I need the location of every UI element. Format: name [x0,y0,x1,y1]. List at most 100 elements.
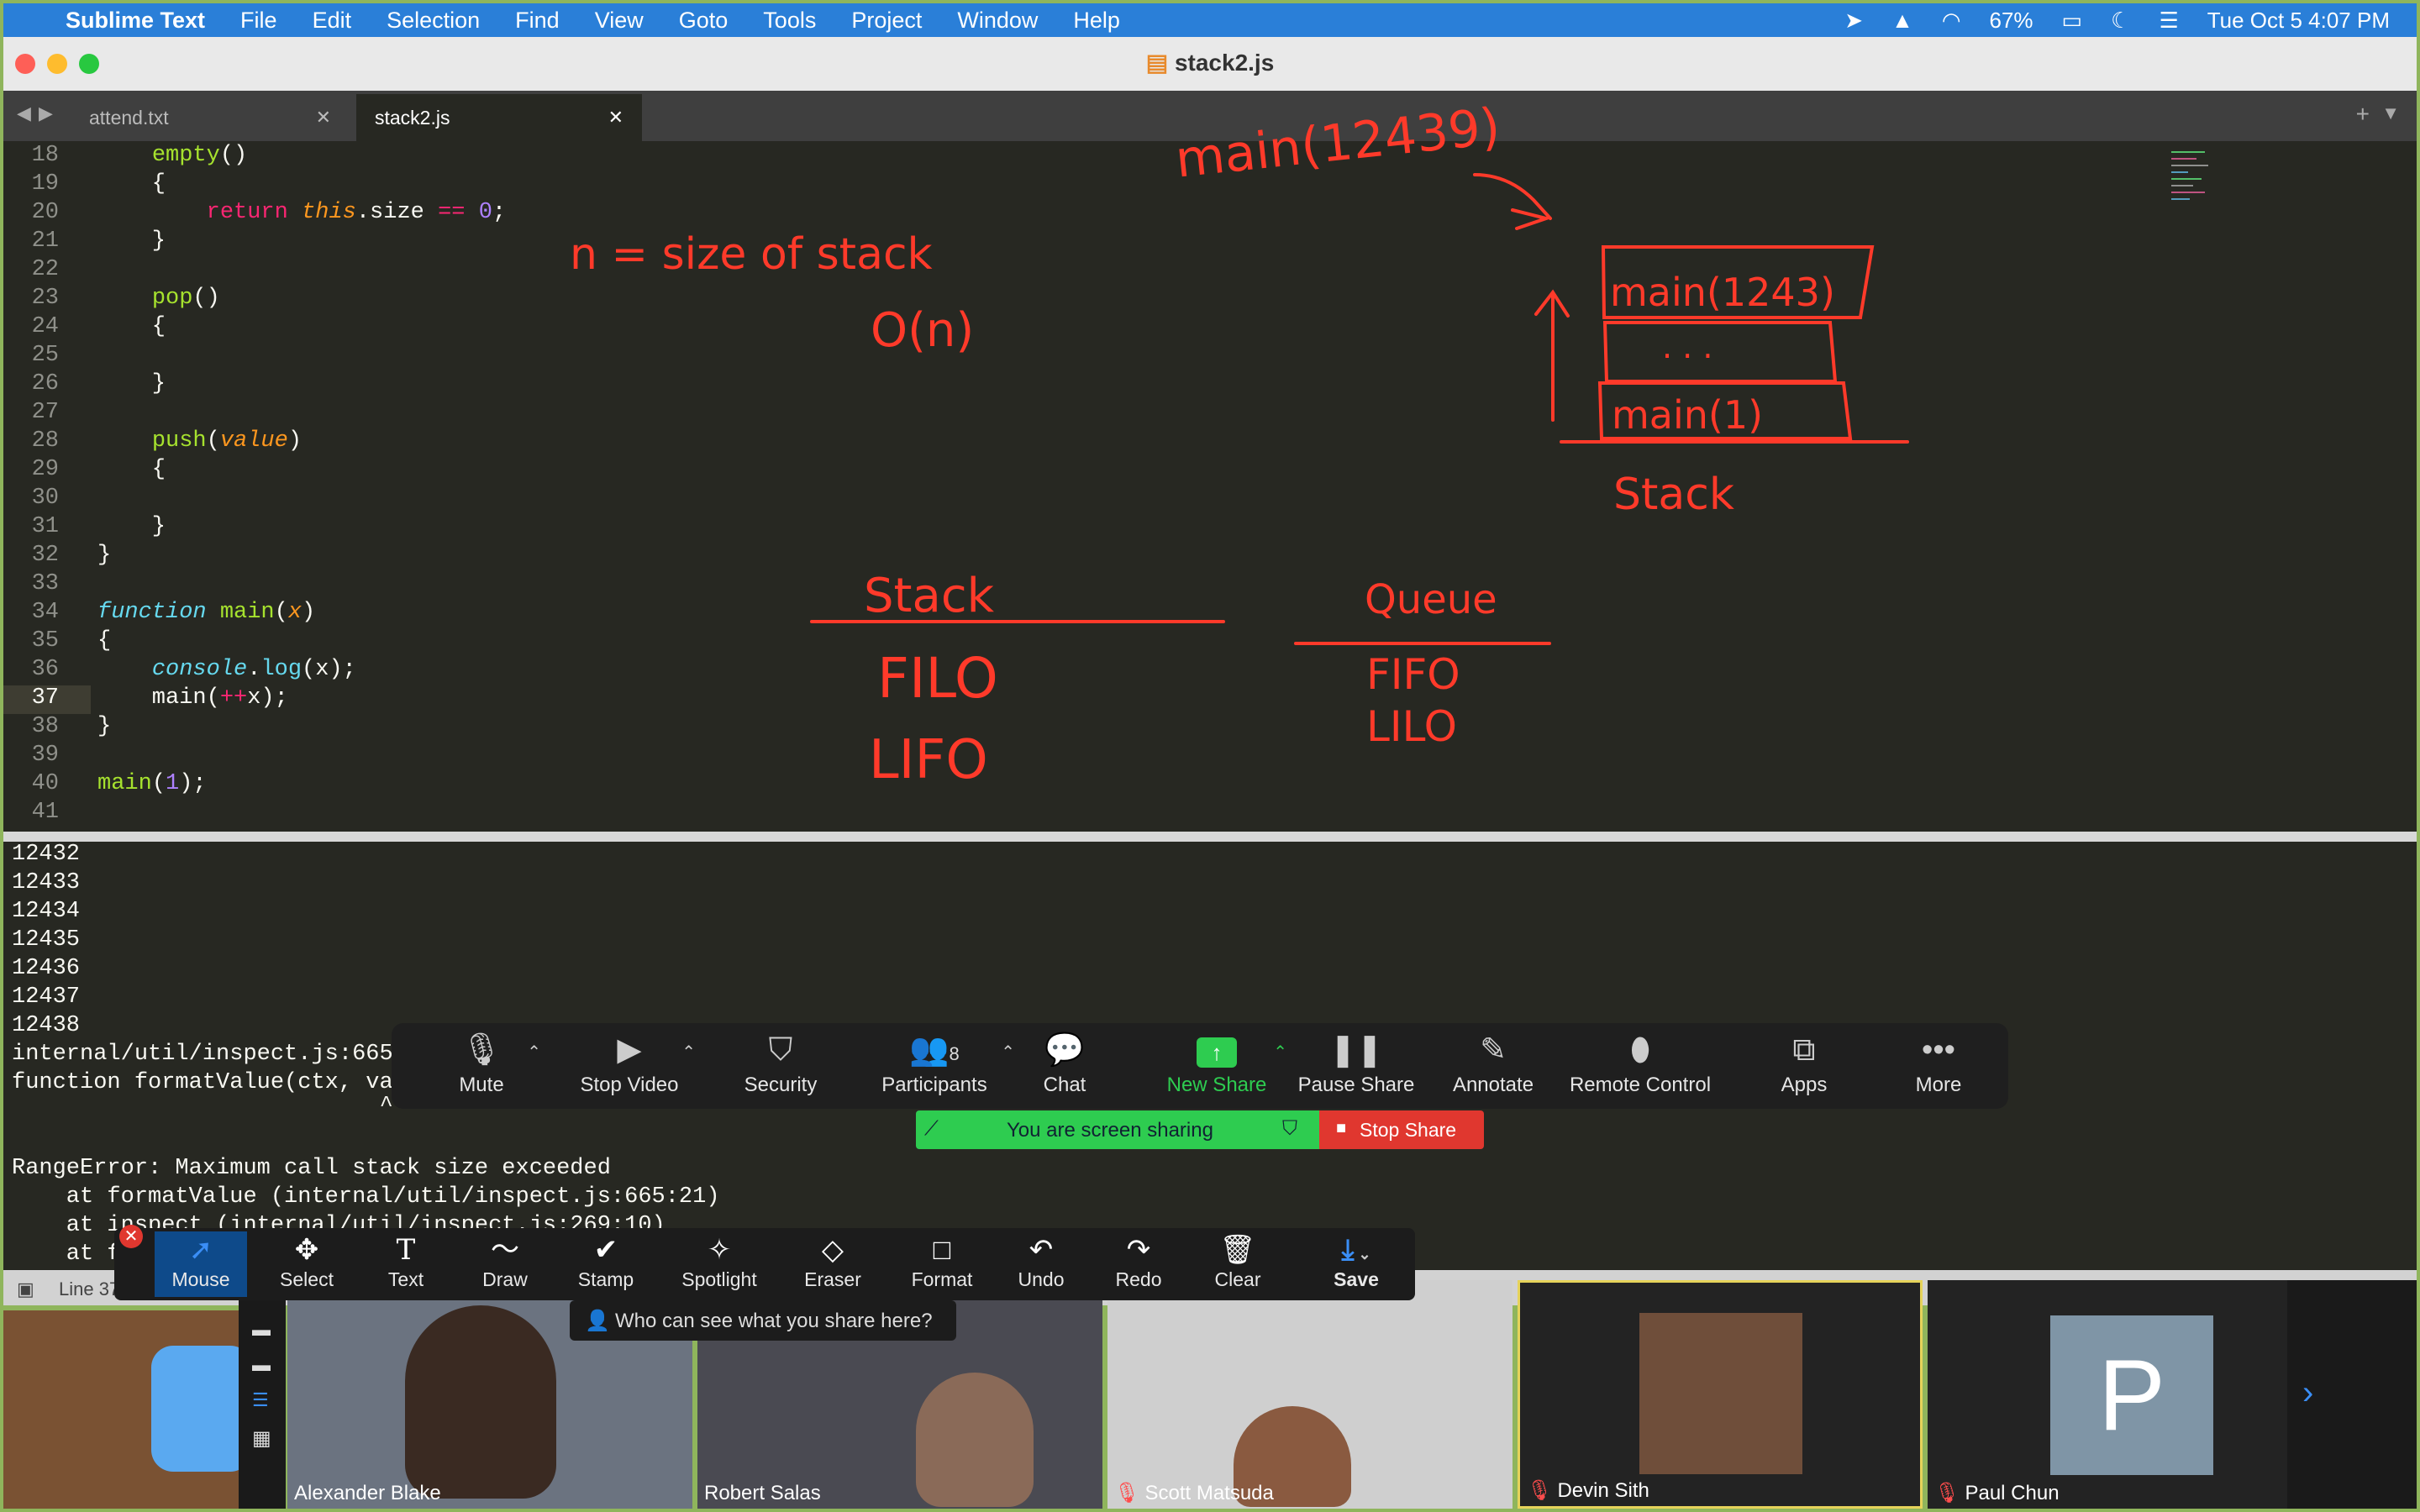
apps-button[interactable]: ⧉ Apps [1741,1030,1867,1104]
chat-button[interactable]: 💬 Chat [1002,1030,1128,1104]
more-button[interactable]: ••• More [1876,1030,2002,1104]
participant-avatar-initial: P [2050,1315,2213,1475]
clear-button[interactable]: 🗑 Clear [1192,1231,1284,1297]
button-label: Pause Share [1297,1074,1415,1096]
button-label: Chat [1043,1074,1086,1096]
redo-button[interactable]: ↷ Redo [1092,1231,1185,1297]
draw-tool-button[interactable]: 〜 Draw [459,1231,551,1297]
line-number: 41 [31,800,59,825]
participant-tile[interactable]: 🎙 Scott Matsuda [1107,1280,1512,1509]
mouse-tool-button[interactable]: ➚ Mouse [155,1231,247,1297]
zoom-meeting-toolbar: 🎙 Mute ⌃ ▶ Stop Video ⌃ ⛉ Security 👥8 Particip… [392,1023,2008,1109]
participants-icon: 👥8 [909,1032,960,1068]
annotation-lilo: LILO [1366,702,1457,751]
line-number: 33 [31,571,59,596]
tooltip-text: Who can see what you share here? [615,1310,933,1332]
button-label: Stop Share [1360,1119,1457,1141]
stop-share-button[interactable]: ■ Stop Share [1319,1110,1484,1149]
ellipsis-icon: ••• [1922,1032,1955,1068]
console-line: 12437 [12,984,81,1010]
button-label: Redo [1115,1268,1162,1290]
strip-view-icon[interactable]: ▬ [252,1354,271,1376]
button-label: Save [1334,1268,1379,1290]
muted-mic-icon: 🎙 [1114,1482,1140,1504]
participants-button[interactable]: 👥8 Participants ⌃ [850,1030,1018,1104]
line-number: 18 [31,143,59,168]
chevron-up-icon[interactable]: ⌃ [527,1042,541,1063]
button-label: Format [911,1268,973,1290]
participant-tile[interactable]: P 🎙 Paul Chun [1928,1280,2333,1509]
chevron-up-icon[interactable]: ⌃ [681,1042,696,1063]
share-screen-icon: ↑ [1143,1030,1291,1070]
participant-tile-active-speaker[interactable]: 🎙 Devin Sith [1518,1280,1923,1509]
trash-icon: 🗑 [1219,1234,1256,1266]
pause-share-button[interactable]: ❚❚ Pause Share [1289,1030,1423,1104]
shield-check-icon[interactable]: ⛉ [1282,1117,1297,1141]
participant-video [916,1373,1034,1507]
participant-name: Devin Sith [1557,1479,1649,1502]
muted-mic-icon: 🎙 [1934,1482,1960,1504]
format-tool-button[interactable]: □ Format [896,1231,988,1297]
security-button[interactable]: ⛉ Security [718,1030,844,1104]
annotation-stack-label: Stack [1613,470,1734,520]
panel-splitter[interactable] [3,832,2417,842]
console-line: at formatValue (internal/util/inspect.js… [12,1184,720,1210]
select-tool-button[interactable]: ✥ Select [260,1231,353,1297]
line-number: 31 [31,514,59,539]
annotation-frame-bottom: main(1) [1612,392,1763,438]
text-tool-button[interactable]: T Text [360,1231,452,1297]
save-button[interactable]: ⤓ ⌄ Save [1306,1231,1407,1297]
chevron-down-icon[interactable]: ⌄ [1354,1246,1370,1263]
line-number: 38 [31,714,59,739]
button-label: Draw [482,1268,528,1290]
undo-button[interactable]: ↶ Undo [995,1231,1087,1297]
desktop-background [3,1310,252,1509]
console-line: 12435 [12,927,81,953]
format-square-icon: □ [933,1234,951,1266]
undo-icon: ↶ [1028,1234,1054,1266]
close-annotation-icon[interactable]: ✕ [119,1225,143,1248]
drag-handle-icon[interactable]: ⟋ [924,1117,939,1141]
gallery-pager: › [2287,1280,2417,1509]
person-icon: 👤 [585,1310,610,1332]
participant-name: Paul Chun [1965,1482,2060,1504]
annotate-button[interactable]: ✎ Annotate [1430,1030,1556,1104]
annotation-arrowhead [1511,208,1553,230]
line-number: 36 [31,657,59,682]
participants-count: 8 [949,1043,960,1064]
chat-icon: 💬 [1044,1032,1085,1068]
remote-control-button[interactable]: ⬮ Remote Control [1556,1030,1724,1104]
chevron-up-icon[interactable]: ⌃ [1273,1042,1287,1063]
stop-icon: ■ [1336,1119,1347,1137]
gallery-view-icon[interactable]: ☰ [252,1389,269,1411]
cursor-icon: ➚ [188,1234,213,1266]
console-line: ^ [271,1094,393,1119]
line-number: 23 [31,286,59,311]
button-label: New Share [1166,1074,1267,1096]
mute-button[interactable]: 🎙 Mute ⌃ [418,1030,544,1104]
annotation-frame-top: main(1243) [1610,270,1835,315]
button-label: Security [744,1074,818,1096]
grid-view-icon[interactable]: ▦ [252,1426,271,1451]
finder-icon[interactable] [151,1346,252,1472]
line-number: 39 [31,743,59,768]
line-number: 26 [31,371,59,396]
stamp-tool-button[interactable]: ✔ Stamp [560,1231,652,1297]
panel-toggle-icon[interactable]: ▣ [17,1278,34,1300]
chevron-right-icon[interactable]: › [2302,1374,2313,1412]
sharing-text: You are screen sharing [1007,1119,1213,1142]
minimize-icon[interactable]: ▬ [252,1319,271,1341]
annotation-layer: main(12439) n = size of stack O(n) main(… [570,97,1909,791]
new-share-button[interactable]: ↑ New Share ⌃ [1143,1030,1291,1104]
spotlight-tool-button[interactable]: ✧ Spotlight [660,1231,778,1297]
share-visibility-tooltip[interactable]: 👤 Who can see what you share here? [570,1300,956,1341]
annotation-complexity: O(n) [871,303,974,358]
line-number: 32 [31,543,59,568]
stop-video-button[interactable]: ▶ Stop Video ⌃ [560,1030,699,1104]
eraser-tool-button[interactable]: ◇ Eraser [786,1231,879,1297]
line-number: 21 [31,228,59,254]
console-line: internal/util/inspect.js:665 [12,1042,393,1067]
eraser-icon: ◇ [821,1234,844,1266]
muted-mic-icon: 🎙 [1527,1479,1553,1502]
screen-sharing-indicator[interactable]: ⟋ You are screen sharing ⛉ [916,1110,1319,1149]
